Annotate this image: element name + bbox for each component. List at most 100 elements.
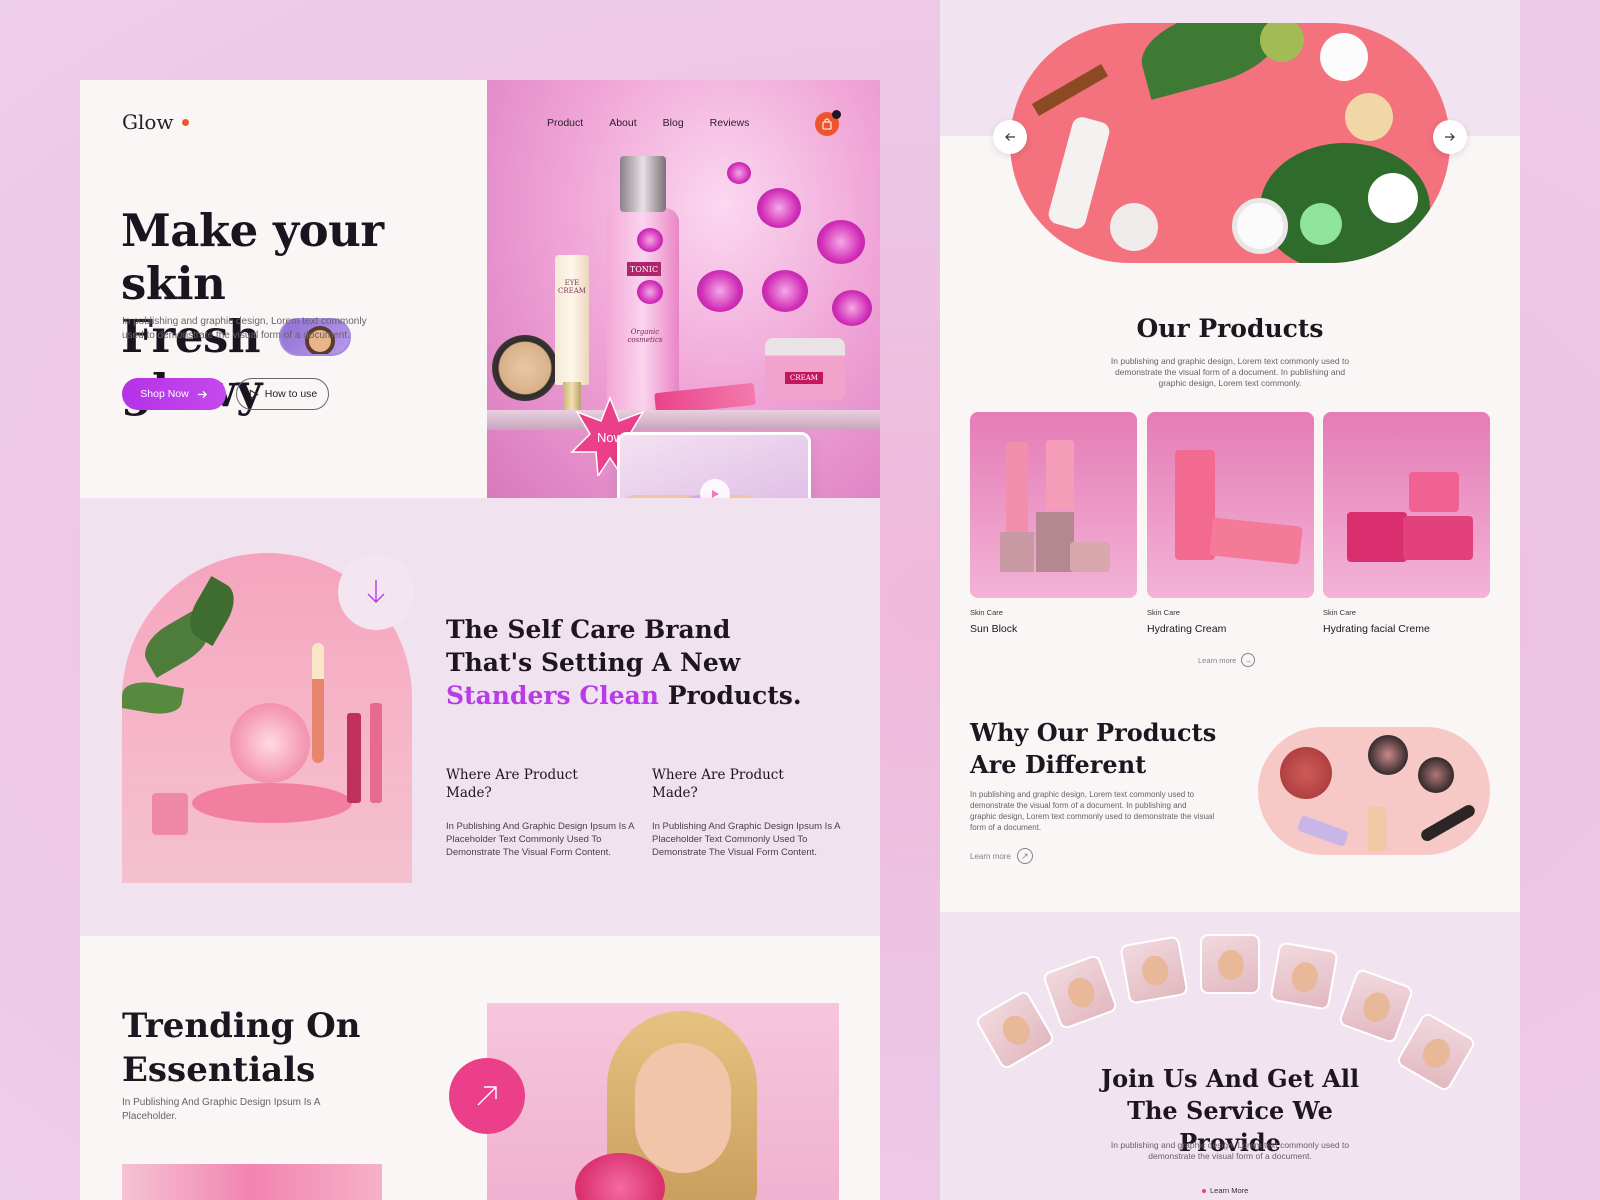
main-nav: Product About Blog Reviews [547,117,749,129]
arrow-right-icon [197,390,207,398]
why-learn-more[interactable]: Learn more ↗ [970,848,1033,864]
orchid-flower [832,290,872,326]
concealer [1296,814,1350,848]
model-photo [487,1003,839,1200]
scroll-down-button[interactable] [338,554,414,630]
brand-logo[interactable]: Glow [122,110,189,134]
arrow-up-right-circle-icon: ↗ [1016,848,1033,864]
arrow-left-icon [1005,133,1015,141]
cart-button[interactable] [815,110,841,136]
cinnamon [1031,63,1109,117]
nav-item-reviews[interactable]: Reviews [710,117,750,129]
jar [1347,512,1407,562]
why-title: Why Our Products Are Different [970,718,1217,779]
product-card[interactable]: Skin Care Hydrating Cream [1147,412,1314,635]
nav-item-about[interactable]: About [609,117,636,129]
orchid-flower [637,228,663,252]
brush [312,643,324,763]
product-category: Skin Care [1323,608,1356,617]
orchid-flower [637,280,663,304]
trending-section: Trending On Essentials In Publishing And… [80,936,880,1200]
trending-arrow-button[interactable] [449,1058,525,1134]
product-card[interactable]: Skin Care Hydrating facial Creme [1323,412,1490,635]
tube [1175,450,1215,560]
product-card[interactable]: Skin Care Sun Block [970,412,1137,635]
lipstick [347,713,361,803]
eye-cream-tube: EYE CREAM [555,255,589,385]
landing-page-main: Glow Make your skin Fresh glowy In publi… [80,80,880,1200]
shop-now-label: Shop Now [140,388,189,400]
pedestal [1036,512,1074,572]
products-learn-more[interactable]: Learn more → [1198,653,1256,667]
tube [1209,517,1303,565]
pedestal [1000,532,1034,572]
learn-more-label: Learn More [1210,1186,1249,1195]
white-cream [1320,33,1368,81]
compact [1368,735,1408,775]
nail-polish [1368,807,1386,851]
how-to-use-button[interactable]: How to use [236,378,329,410]
self-care-section: The Self Care Brand That's Setting A New… [80,498,880,936]
green-gel [1300,203,1342,245]
info-column: Where Are Product Made? In Publishing An… [652,766,852,859]
product-category: Skin Care [1147,608,1180,617]
lipstick [370,703,382,803]
info-column-heading: Where Are Product Made? [652,767,784,801]
info-column-text: In Publishing And Graphic Design Ipsum I… [652,821,840,858]
product-image [1323,412,1490,598]
info-column-heading: Where Are Product Made? [446,767,578,801]
product-image [970,412,1137,598]
shelf [487,410,880,430]
tonic-cap [620,156,666,212]
dot-icon [1202,1188,1206,1193]
trending-title: Trending On Essentials [122,1006,361,1090]
small-jar [152,793,188,835]
cotton-pads [1368,173,1418,223]
flatlay-oval-image [1010,23,1450,263]
cart-badge [832,110,841,119]
play-outline-icon [249,389,259,399]
arrow-circle-icon: → [1241,653,1256,667]
mirror [230,703,310,783]
orchid-flower [697,270,743,312]
hero-text-area: Glow Make your skin Fresh glowy In publi… [80,80,487,498]
our-products-title: Our Products [1136,314,1324,343]
testimonial-face [1337,967,1415,1045]
trending-description: In Publishing And Graphic Design Ipsum I… [122,1097,320,1122]
self-care-title-b: Products. [659,681,802,710]
join-learn-more-button[interactable]: Learn More [1202,1186,1248,1195]
nav-item-blog[interactable]: Blog [663,117,684,129]
self-care-title-accent: Standers Clean [446,681,659,710]
product-name: Sun Block [970,623,1018,635]
compact-powder [492,335,558,401]
self-care-title: The Self Care Brand That's Setting A New… [446,613,806,712]
testimonial-face [974,989,1056,1071]
self-care-title-a: The Self Care Brand That's Setting A New [446,615,741,677]
trending-thumbnail[interactable] [122,1164,382,1200]
shop-now-button[interactable]: Shop Now [122,378,226,410]
brand-name: Glow [122,110,174,134]
carousel-next-button[interactable] [1433,120,1467,154]
hero-description: In publishing and graphic design, Lorem … [122,316,367,341]
nav-item-product[interactable]: Product [547,117,583,129]
product-name: Hydrating Cream [1147,623,1227,635]
blush-palette [1280,747,1332,799]
jar [1409,472,1459,512]
cream-label-text: CREAM [790,374,818,382]
arrow-right-icon [1445,133,1455,141]
our-products-description: In publishing and graphic design, Lorem … [1110,356,1350,388]
product-name: Hydrating facial Creme [1323,623,1430,635]
organic-text: Organic cosmetics [627,328,663,344]
carousel-prev-button[interactable] [993,120,1027,154]
compact [1418,757,1454,793]
how-to-use-label: How to use [264,388,318,400]
orchid-flower [762,270,808,312]
why-description: In publishing and graphic design, Lorem … [970,790,1215,832]
tonic-label-text: TONIC [629,264,659,274]
green-powder [1260,23,1304,62]
salt-bowl [1110,203,1158,251]
orchid-flower [757,188,801,228]
brush [1419,802,1477,844]
cream-bowl [1232,198,1288,254]
testimonial-face [1269,941,1339,1011]
